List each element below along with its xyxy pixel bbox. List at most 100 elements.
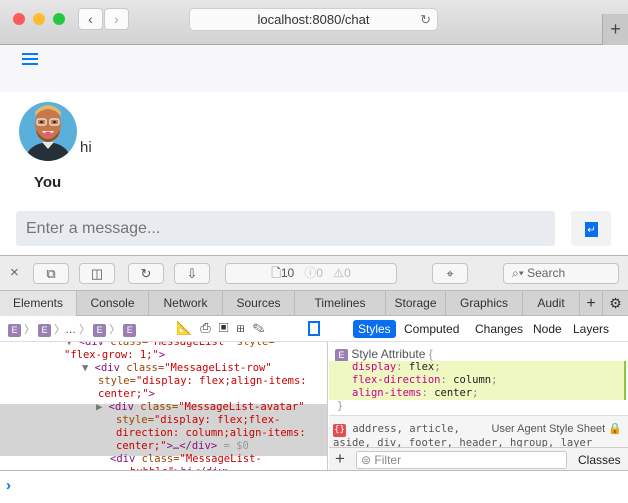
tab-sources[interactable]: Sources <box>223 291 295 316</box>
sidebar-tab-node[interactable]: Node <box>528 320 567 338</box>
ruler-icon[interactable]: 📐 <box>176 320 200 335</box>
dom-node-line[interactable]: ▼ <div class="MessageList" style= <box>0 342 327 349</box>
search-placeholder: Search <box>527 266 566 280</box>
avatar <box>19 102 77 161</box>
undock-button[interactable]: ⧉ <box>33 263 69 284</box>
print-icon[interactable]: ⎙ <box>200 320 218 335</box>
forward-button[interactable]: › <box>104 8 129 30</box>
console-prompt[interactable]: › <box>0 470 628 503</box>
plus-icon: + <box>610 19 621 39</box>
classes-button[interactable]: Classes <box>578 453 621 467</box>
dom-node-line[interactable]: ▶ <div class="MessageList-avatar" <box>0 401 327 414</box>
reload-page-button[interactable]: ↻ <box>128 263 164 284</box>
property-name[interactable]: flex-direction <box>352 374 441 386</box>
back-button[interactable]: ‹ <box>78 8 103 30</box>
address-bar[interactable]: localhost:8080/chat ↻ <box>189 8 438 31</box>
dom-node-line[interactable]: center;"> <box>0 388 327 401</box>
style-properties[interactable]: display: flex; flex-direction: column; ali… <box>329 361 626 400</box>
tab-console[interactable]: Console <box>77 291 149 316</box>
property-name[interactable]: align-items <box>352 387 422 399</box>
disclosure-triangle-icon[interactable]: ▶ <box>96 401 109 413</box>
window-icon[interactable]: ▣ <box>219 320 237 335</box>
chevron-right-icon: › <box>114 11 119 27</box>
add-rule-button[interactable]: + <box>335 449 345 469</box>
crosshair-icon: ⌖ <box>446 266 454 281</box>
inspect-element-button[interactable]: ⌖ <box>432 263 468 284</box>
sidebar-tab-computed[interactable]: Computed <box>399 320 464 338</box>
ua-rule: {} address, article, aside, div, footer,… <box>329 415 628 447</box>
reload-icon: ↻ <box>140 266 152 281</box>
tab-graphics[interactable]: Graphics <box>446 291 523 316</box>
tab-audit[interactable]: Audit <box>523 291 580 316</box>
minimize-window-button[interactable] <box>33 13 45 25</box>
dom-node-line[interactable]: direction: column;align-items: <box>0 427 327 440</box>
hamburger-icon[interactable] <box>22 53 38 65</box>
property-name[interactable]: display <box>352 361 396 373</box>
warning-icon: ⚠ <box>332 266 345 280</box>
sidebar-tab-changes[interactable]: Changes <box>470 320 528 338</box>
dom-token: "display: flex;align-items: <box>135 375 307 387</box>
tab-storage[interactable]: Storage <box>386 291 446 316</box>
breadcrumb-item[interactable]: E <box>8 324 21 337</box>
message-bubble: hi <box>80 139 92 156</box>
filter-icon: ⊜ <box>361 453 372 467</box>
property-value[interactable]: center <box>434 387 472 399</box>
prompt-chevron-icon: › <box>6 477 11 494</box>
add-tab-button[interactable]: + <box>580 291 603 316</box>
ua-origin[interactable]: User Agent Style Sheet <box>492 423 606 435</box>
devtools-tabs: Elements Console Network Sources Timelin… <box>0 290 628 316</box>
disclosure-triangle-icon[interactable]: ▼ <box>82 362 95 374</box>
dom-node-line[interactable]: <div class="MessageList- <box>0 453 327 466</box>
style-property[interactable]: align-items: center; <box>352 387 624 400</box>
style-property[interactable]: display: flex; <box>352 361 624 374</box>
activity-status[interactable]: 🗋10 ⓘ0 ⚠0 <box>225 263 397 284</box>
property-value[interactable]: column <box>453 374 491 386</box>
devtools-search[interactable]: ⌕▾ Search <box>503 263 619 284</box>
plus-icon: + <box>586 295 596 312</box>
dom-tree: ▼ <div class="MessageList" style= "flex-g… <box>0 342 328 470</box>
dom-node-line[interactable]: "flex-grow: 1;"> <box>0 349 327 362</box>
dom-node-line[interactable]: style="display: flex;flex- <box>0 414 327 427</box>
breadcrumb-item[interactable]: E <box>38 324 52 337</box>
reload-icon[interactable]: ↻ <box>420 9 431 31</box>
tab-network[interactable]: Network <box>149 291 223 316</box>
dom-token: > <box>148 388 155 400</box>
sidebar-tab-layers[interactable]: Layers <box>568 320 614 338</box>
tab-elements[interactable]: Elements <box>0 291 77 316</box>
breadcrumb-item[interactable]: E <box>123 324 137 337</box>
enter-icon: ↵ <box>585 222 598 237</box>
message-input[interactable] <box>16 211 555 246</box>
breadcrumb-item[interactable]: E <box>93 324 107 337</box>
style-property[interactable]: flex-direction: column; <box>352 374 624 387</box>
devtools-toolbar: × ⧉ ◫ ↻ ⇩ 🗋10 ⓘ0 ⚠0 ⌖ ⌕▾ Search <box>0 255 628 290</box>
new-tab-button[interactable]: + <box>602 14 628 45</box>
settings-button[interactable]: ⚙ <box>603 291 628 316</box>
sidebar-tab-styles[interactable]: Styles <box>353 320 396 338</box>
disclosure-triangle-icon[interactable]: ▼ <box>66 342 79 348</box>
dom-token: <div <box>108 401 141 413</box>
send-button[interactable]: ↵ <box>571 211 611 246</box>
chevron-right-icon: 〉 <box>51 324 66 336</box>
dom-node-line[interactable]: style="display: flex;align-items: <box>0 375 327 388</box>
dom-token: class= <box>110 342 149 348</box>
grid-icon[interactable]: ⊞ <box>237 320 253 335</box>
close-window-button[interactable] <box>13 13 25 25</box>
property-value[interactable]: flex <box>409 361 434 373</box>
filter-input[interactable]: ⊜ Filter <box>356 451 567 469</box>
maximize-window-button[interactable] <box>53 13 65 25</box>
dom-node-line[interactable]: ▼ <div class="MessageList-row" <box>0 362 327 375</box>
dom-token: <div <box>110 453 142 465</box>
download-button[interactable]: ⇩ <box>174 263 210 284</box>
dom-token: center;" <box>116 440 167 452</box>
dom-node-line[interactable]: center;">…</div> = $0 <box>0 440 327 453</box>
document-icon: 🗋 <box>271 266 281 280</box>
dom-token: >…</div> <box>166 440 218 452</box>
dock-side-button[interactable]: ◫ <box>79 263 115 284</box>
tab-timelines[interactable]: Timelines <box>295 291 386 316</box>
brush-icon[interactable]: ✎ <box>253 320 273 335</box>
close-devtools-icon[interactable]: × <box>10 264 19 281</box>
rule-close: } <box>337 400 344 412</box>
gear-icon: ⚙ <box>609 295 622 311</box>
sidebar-toggle-icon[interactable] <box>308 321 320 336</box>
breadcrumb-item[interactable]: … <box>65 324 76 336</box>
